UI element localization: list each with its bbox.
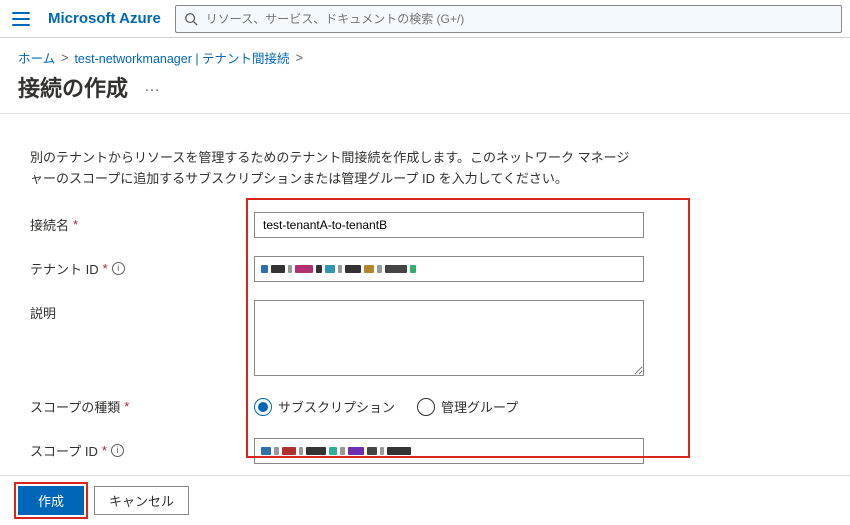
radio-icon [254,398,272,416]
menu-icon[interactable] [8,6,34,32]
brand-label[interactable]: Microsoft Azure [48,10,161,27]
breadcrumb: ホーム > test-networkmanager | テナント間接続 > [0,38,850,69]
create-button[interactable]: 作成 [18,486,84,515]
breadcrumb-home[interactable]: ホーム [18,48,55,67]
scope-type-radios: サブスクリプション 管理グループ [254,394,674,420]
chevron-right-icon: > [61,51,68,65]
required-mark: * [124,399,129,414]
breadcrumb-parent[interactable]: test-networkmanager | テナント間接続 [74,48,289,67]
more-icon[interactable]: … [140,78,166,96]
tenant-id-input[interactable] [254,256,644,282]
search-input[interactable] [206,12,833,26]
page-title: 接続の作成 [18,71,128,103]
top-bar: Microsoft Azure [0,0,850,38]
required-mark: * [103,261,108,276]
info-icon[interactable]: i [112,262,125,275]
description-label: 説明 [30,300,230,322]
title-bar: 接続の作成 … [0,69,850,114]
info-icon[interactable]: i [111,444,124,457]
cancel-button[interactable]: キャンセル [94,486,189,515]
scope-type-management-group[interactable]: 管理グループ [417,397,518,416]
name-label: 接続名 * [30,212,230,234]
form: 接続名 * テナント ID * i 説明 [30,212,832,464]
required-mark: * [102,443,107,458]
description-input[interactable] [254,300,644,376]
tenant-id-label: テナント ID * i [30,256,230,278]
chevron-right-icon: > [296,51,303,65]
footer-actions: 作成 キャンセル [0,475,850,525]
scope-type-label: スコープの種類 * [30,394,230,416]
name-input[interactable] [254,212,644,238]
required-mark: * [73,217,78,232]
page-description: 別のテナントからリソースを管理するためのテナント間接続を作成します。このネットワ… [30,148,630,190]
form-body: 別のテナントからリソースを管理するためのテナント間接続を作成します。このネットワ… [0,114,850,474]
scope-id-label: スコープ ID * i [30,438,230,460]
search-box[interactable] [175,5,842,33]
radio-icon [417,398,435,416]
scope-id-input[interactable] [254,438,644,464]
search-icon [184,12,198,26]
scope-type-subscription[interactable]: サブスクリプション [254,397,395,416]
